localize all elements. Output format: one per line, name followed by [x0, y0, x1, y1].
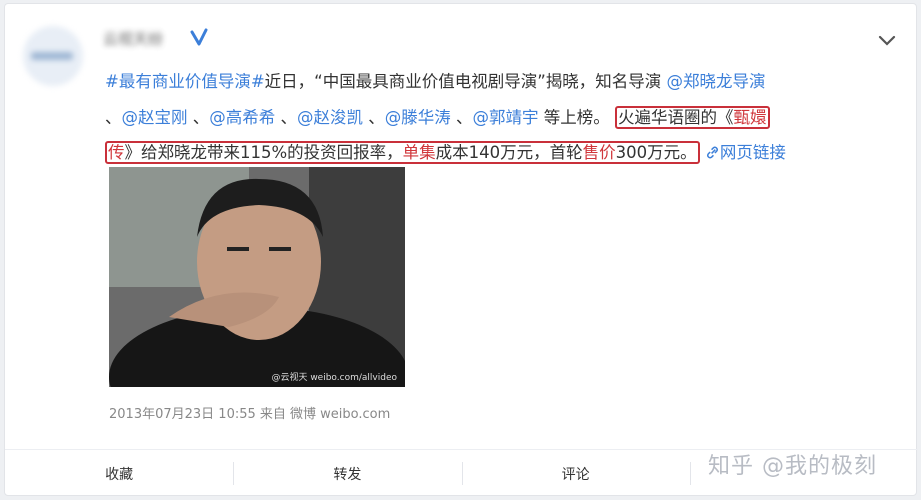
separator: 、 [105, 107, 122, 127]
mention-link[interactable]: @郭靖宇 [473, 108, 539, 127]
post-text: #最有商业价值导演#近日，“中国最具商业价值电视剧导演”揭晓，知名导演 @郑晓龙… [105, 64, 885, 171]
avatar[interactable] [23, 26, 83, 86]
hashtag-link[interactable]: #最有商业价值导演# [105, 72, 265, 91]
highlight-red-text: 传 [108, 143, 125, 162]
highlight-red-text: 单集 [402, 143, 436, 162]
highlight-red-text: 售价 [582, 143, 616, 162]
post-text-segment: 等上榜。 [538, 107, 610, 127]
post-meta: 2013年07月23日 10:55 来自 微博 weibo.com [109, 403, 390, 422]
zhihu-watermark: 知乎 @我的极刻 [708, 454, 877, 479]
post-image[interactable]: @云视天 weibo.com/allvideo [109, 167, 405, 387]
verified-icon [190, 28, 208, 46]
mention-link[interactable]: @赵浚凯 [297, 108, 363, 127]
post-text-segment: 300万元。 [615, 143, 697, 162]
highlight-box: 传》给郑晓龙带来115%的投资回报率，单集成本140万元，首轮售价300万元。 [105, 141, 700, 164]
web-link[interactable]: 网页链接 [705, 143, 786, 162]
timestamp[interactable]: 2013年07月23日 10:55 [109, 407, 256, 422]
separator: 、 [456, 107, 473, 127]
mention-link[interactable]: @高希希 [209, 108, 275, 127]
repost-button[interactable]: 转发 [233, 450, 461, 497]
portrait-graphic [109, 167, 405, 387]
separator: 、 [280, 107, 298, 127]
post-text-segment: 火遍华语圈的《 [618, 107, 734, 127]
separator: 、 [192, 107, 210, 127]
mention-link[interactable]: @郑晓龙导演 [667, 72, 766, 91]
post-text-segment: 成本140万元，首轮 [435, 143, 583, 162]
chevron-down-icon[interactable] [877, 34, 897, 48]
web-link-label: 网页链接 [719, 143, 786, 162]
link-icon [707, 146, 718, 159]
weibo-post-card: 云视天纷 #最有商业价值导演#近日，“中国最具商业价值电视剧导演”揭晓，知名导演… [4, 3, 918, 497]
post-text-segment: 》给郑晓龙带来115%的投资回报率， [124, 143, 403, 162]
mention-link[interactable]: @赵宝刚 [122, 108, 188, 127]
highlight-red-text: 甄嬛 [733, 107, 767, 127]
post-text-segment: 近日，“中国最具商业价值电视剧导演”揭晓，知名导演 [264, 72, 667, 91]
author-name[interactable]: 云视天纷 [103, 28, 163, 49]
post-source: 来自 微博 weibo.com [259, 407, 391, 422]
favorite-button[interactable]: 收藏 [5, 450, 233, 497]
mention-link[interactable]: @滕华涛 [385, 108, 451, 127]
comment-button[interactable]: 评论 [461, 450, 690, 497]
highlight-box: 火遍华语圈的《甄嬛 [615, 105, 770, 129]
separator: 、 [368, 107, 385, 127]
image-watermark: @云视天 weibo.com/allvideo [271, 373, 397, 383]
